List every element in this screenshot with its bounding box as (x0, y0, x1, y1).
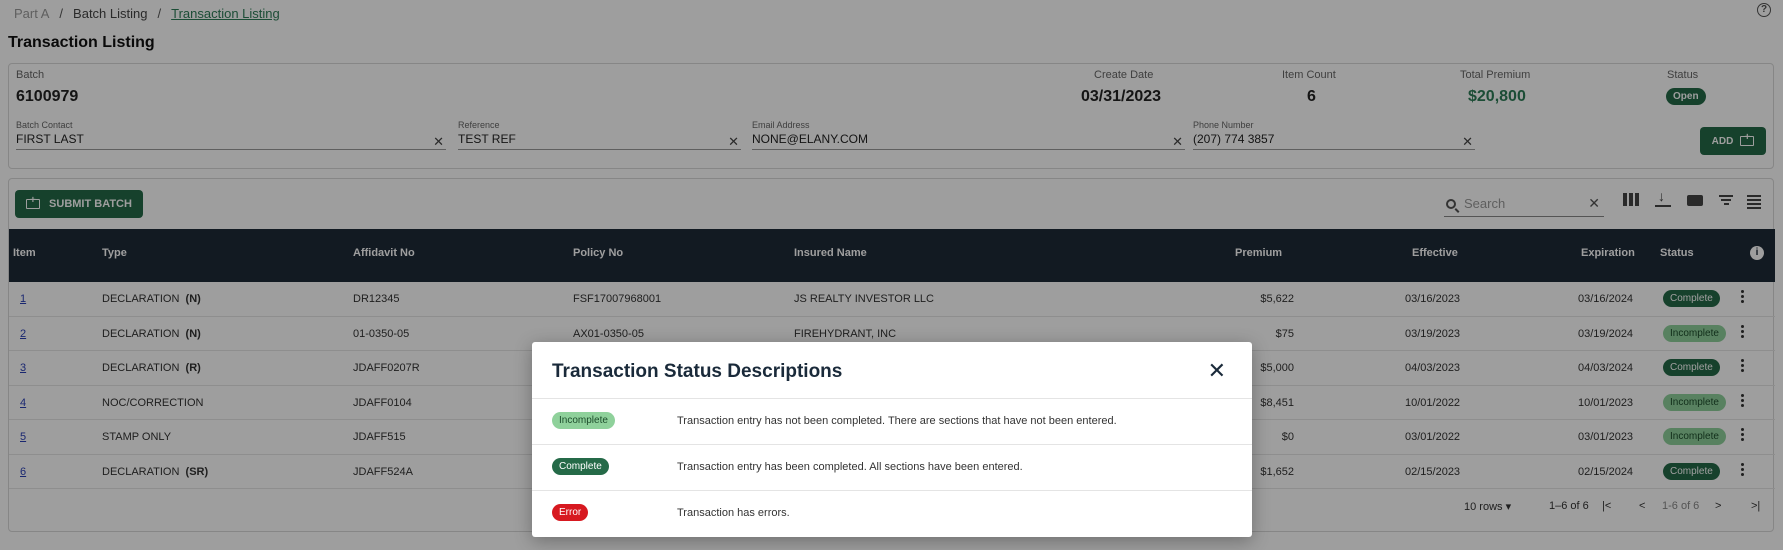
incomplete-badge: Incomplete (552, 412, 615, 429)
status-descriptions-modal: Transaction Status Descriptions ✕ Incomp… (532, 342, 1252, 537)
status-description-text: Transaction has errors. (677, 507, 790, 519)
complete-badge: Complete (552, 458, 609, 475)
modal-title: Transaction Status Descriptions (552, 361, 843, 382)
close-icon[interactable]: ✕ (1208, 360, 1226, 382)
status-description-row: Complete Transaction entry has been comp… (532, 444, 1252, 490)
status-description-text: Transaction entry has been completed. Al… (677, 461, 1023, 473)
status-description-row: Error Transaction has errors. (532, 490, 1252, 536)
error-badge: Error (552, 504, 589, 521)
status-description-row: Incomplete Transaction entry has not bee… (532, 398, 1252, 444)
status-description-text: Transaction entry has not been completed… (677, 415, 1117, 427)
